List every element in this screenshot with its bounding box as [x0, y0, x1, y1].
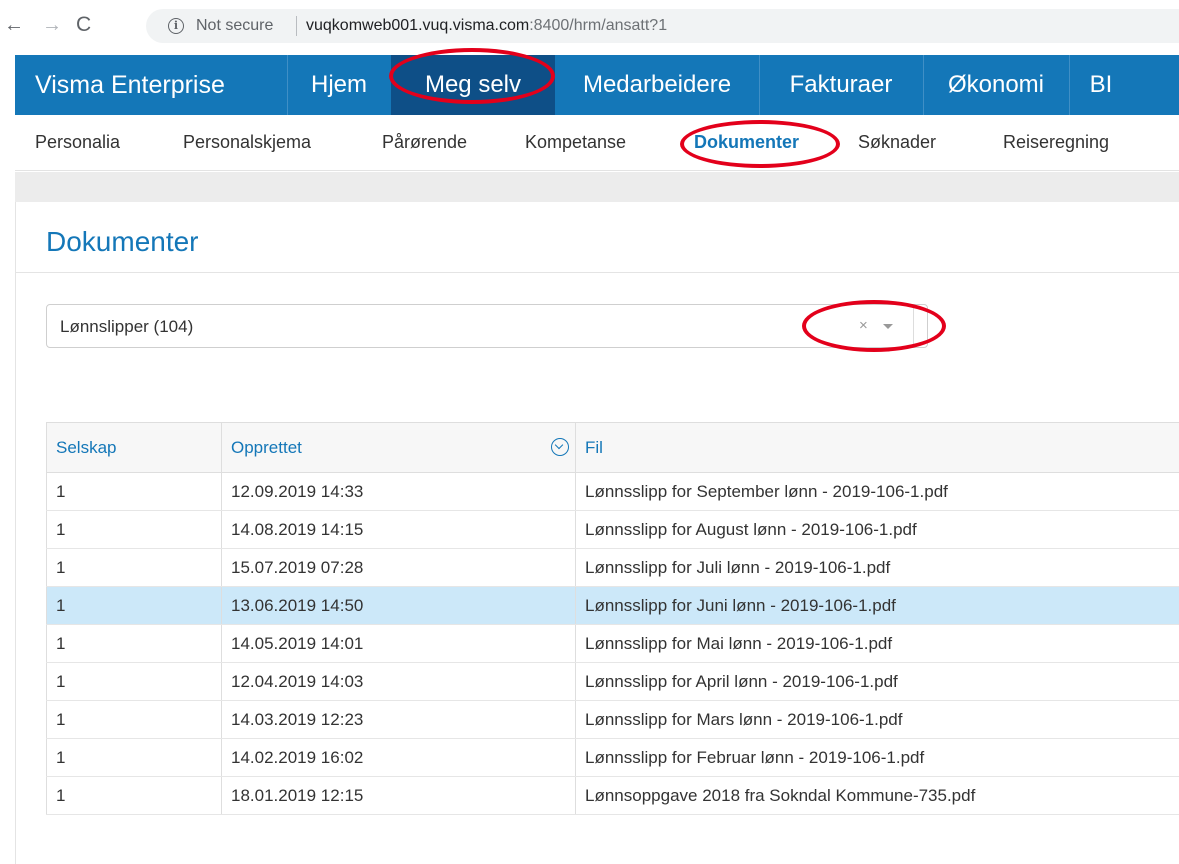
cell-opprettet: 12.04.2019 14:03	[221, 662, 576, 701]
cell-selskap: 1	[46, 548, 222, 587]
chevron-down-icon[interactable]	[883, 324, 893, 329]
cell-selskap: 1	[46, 776, 222, 815]
brand-logo-text[interactable]: Visma Enterprise	[35, 55, 225, 115]
cell-fil[interactable]: Lønnsslipp for April lønn - 2019-106-1.p…	[575, 662, 1179, 701]
reload-icon[interactable]: C	[76, 12, 91, 38]
subnav-item-personalia[interactable]: Personalia	[35, 132, 120, 153]
subnav-item-soknader[interactable]: Søknader	[858, 132, 936, 153]
title-divider	[16, 272, 1179, 273]
cell-opprettet: 14.05.2019 14:01	[221, 624, 576, 663]
security-label: Not secure	[196, 17, 274, 34]
subnav-item-reiseregning[interactable]: Reiseregning	[1003, 132, 1109, 153]
column-header-label: Fil	[585, 437, 603, 457]
info-icon[interactable]: i	[168, 18, 184, 34]
url-host: vuqkomweb001.vuq.visma.com	[306, 17, 530, 34]
cell-opprettet: 14.03.2019 12:23	[221, 700, 576, 739]
column-header-fil[interactable]: Fil	[575, 422, 1179, 473]
column-header-selskap[interactable]: Selskap	[46, 422, 222, 473]
page-spacer	[15, 172, 1179, 202]
page-title: Dokumenter	[46, 226, 199, 257]
nav-item-fakturaer[interactable]: Fakturaer	[759, 55, 923, 115]
sub-navigation: Personalia Personalskjema Pårørende Komp…	[15, 115, 1179, 171]
subnav-item-kompetanse[interactable]: Kompetanse	[525, 132, 626, 153]
table-row[interactable]: 1 14.08.2019 14:15 Lønnsslipp for August…	[46, 510, 1179, 549]
cell-selskap: 1	[46, 624, 222, 663]
clear-icon[interactable]: ×	[859, 317, 868, 335]
browser-toolbar: ← → C i Not secure vuqkomweb001.vuq.vism…	[0, 0, 1179, 52]
url-text[interactable]: vuqkomweb001.vuq.visma.com:8400/hrm/ansa…	[306, 17, 667, 35]
cell-selskap: 1	[46, 700, 222, 739]
column-header-label: Selskap	[56, 437, 117, 457]
cell-fil[interactable]: Lønnsslipp for September lønn - 2019-106…	[575, 472, 1179, 511]
table-row[interactable]: 1 18.01.2019 12:15 Lønnsoppgave 2018 fra…	[46, 776, 1179, 815]
cell-opprettet: 15.07.2019 07:28	[221, 548, 576, 587]
cell-fil[interactable]: Lønnsslipp for August lønn - 2019-106-1.…	[575, 510, 1179, 549]
cell-fil[interactable]: Lønnsslipp for Juli lønn - 2019-106-1.pd…	[575, 548, 1179, 587]
cell-fil[interactable]: Lønnsslipp for Mars lønn - 2019-106-1.pd…	[575, 700, 1179, 739]
cell-fil[interactable]: Lønnsslipp for Juni lønn - 2019-106-1.pd…	[575, 586, 1179, 625]
table-row[interactable]: 1 14.02.2019 16:02 Lønnsslipp for Februa…	[46, 738, 1179, 777]
table-row[interactable]: 1 12.09.2019 14:33 Lønnsslipp for Septem…	[46, 472, 1179, 511]
cell-opprettet: 14.08.2019 14:15	[221, 510, 576, 549]
address-divider	[296, 16, 297, 36]
table-row[interactable]: 1 14.03.2019 12:23 Lønnsslipp for Mars l…	[46, 700, 1179, 739]
cell-selskap: 1	[46, 738, 222, 777]
nav-item-meg-selv[interactable]: Meg selv	[391, 55, 555, 115]
column-header-opprettet[interactable]: Opprettet	[221, 422, 576, 473]
cell-selskap: 1	[46, 662, 222, 701]
table-row[interactable]: 1 12.04.2019 14:03 Lønnsslipp for April …	[46, 662, 1179, 701]
nav-item-medarbeidere[interactable]: Medarbeidere	[555, 55, 759, 115]
cell-selskap: 1	[46, 510, 222, 549]
table-row-selected[interactable]: 1 13.06.2019 14:50 Lønnsslipp for Juni l…	[46, 586, 1179, 625]
nav-item-bi[interactable]: BI	[1069, 55, 1133, 115]
cell-selskap: 1	[46, 586, 222, 625]
select-divider	[913, 305, 914, 347]
cell-fil[interactable]: Lønnsslipp for Mai lønn - 2019-106-1.pdf	[575, 624, 1179, 663]
cell-fil[interactable]: Lønnsoppgave 2018 fra Sokndal Kommune-73…	[575, 776, 1179, 815]
cell-opprettet: 13.06.2019 14:50	[221, 586, 576, 625]
address-bar[interactable]: i Not secure vuqkomweb001.vuq.visma.com:…	[146, 9, 1179, 43]
subnav-item-parorende[interactable]: Pårørende	[382, 132, 467, 153]
document-type-select[interactable]: Lønnslipper (104) ×	[46, 304, 928, 348]
subnav-item-dokumenter[interactable]: Dokumenter	[694, 132, 799, 153]
main-navigation: Visma Enterprise Hjem Meg selv Medarbeid…	[15, 55, 1179, 115]
nav-item-okonomi[interactable]: Økonomi	[923, 55, 1069, 115]
nav-item-hjem[interactable]: Hjem	[287, 55, 391, 115]
cell-opprettet: 12.09.2019 14:33	[221, 472, 576, 511]
cell-selskap: 1	[46, 472, 222, 511]
subnav-item-personalskjema[interactable]: Personalskjema	[183, 132, 311, 153]
sort-descending-icon[interactable]	[551, 438, 569, 456]
documents-panel: Dokumenter Lønnslipper (104) × Selskap O…	[15, 202, 1179, 864]
table-header-row: Selskap Opprettet Fil	[46, 422, 1179, 473]
back-arrow-icon[interactable]: ←	[4, 12, 24, 38]
documents-table: Selskap Opprettet Fil 1 12.09.2019 14:33…	[46, 422, 1179, 815]
forward-arrow-icon[interactable]: →	[42, 12, 62, 38]
cell-opprettet: 14.02.2019 16:02	[221, 738, 576, 777]
cell-opprettet: 18.01.2019 12:15	[221, 776, 576, 815]
table-row[interactable]: 1 14.05.2019 14:01 Lønnsslipp for Mai lø…	[46, 624, 1179, 663]
url-path: :8400/hrm/ansatt?1	[529, 17, 668, 34]
table-row[interactable]: 1 15.07.2019 07:28 Lønnsslipp for Juli l…	[46, 548, 1179, 587]
cell-fil[interactable]: Lønnsslipp for Februar lønn - 2019-106-1…	[575, 738, 1179, 777]
document-type-value: Lønnslipper (104)	[60, 317, 194, 336]
column-header-label: Opprettet	[231, 437, 302, 457]
